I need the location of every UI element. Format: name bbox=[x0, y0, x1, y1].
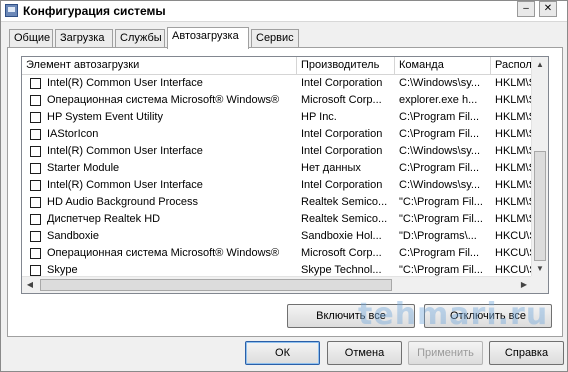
table-row[interactable]: HP System Event Utility HP Inc. C:\Program… bbox=[22, 109, 532, 126]
help-button[interactable]: Справка bbox=[489, 341, 564, 365]
startup-item-location: HKLM\SO bbox=[495, 196, 532, 208]
tab-tools[interactable]: Сервис bbox=[251, 29, 299, 47]
table-row[interactable]: IAStorIcon Intel Corporation C:\Program Fi… bbox=[22, 126, 532, 143]
apply-button[interactable]: Применить bbox=[408, 341, 483, 365]
startup-item-name: Операционная система Microsoft® Windows® bbox=[47, 247, 280, 259]
table-row[interactable]: HD Audio Background Process Realtek Semic… bbox=[22, 194, 532, 211]
column-header-command[interactable]: Команда bbox=[395, 57, 491, 74]
cancel-button[interactable]: Отмена bbox=[327, 341, 402, 365]
scroll-corner bbox=[531, 276, 548, 293]
startup-item-name: Диспетчер Realtek HD bbox=[47, 213, 161, 225]
table-row[interactable]: Операционная система Microsoft® Windows®… bbox=[22, 245, 532, 262]
startup-item-location: HKLM\SO bbox=[495, 111, 532, 123]
app-icon bbox=[5, 4, 18, 17]
window-title: Конфигурация системы bbox=[23, 4, 166, 18]
startup-item-command: C:\Windows\sy... bbox=[399, 179, 481, 191]
startup-checkbox[interactable] bbox=[30, 197, 41, 208]
startup-item-location: HKLM\SO bbox=[495, 94, 532, 106]
startup-item-name: Операционная система Microsoft® Windows® bbox=[47, 94, 280, 106]
startup-item-maker: Realtek Semico... bbox=[301, 196, 388, 208]
startup-checkbox[interactable] bbox=[30, 163, 41, 174]
table-row[interactable]: Intel(R) Common User Interface Intel Corp… bbox=[22, 75, 532, 92]
startup-checkbox[interactable] bbox=[30, 214, 41, 225]
startup-item-maker: Intel Corporation bbox=[301, 179, 383, 191]
startup-table: Элемент автозагрузки Производитель Коман… bbox=[21, 56, 549, 294]
horizontal-scroll-thumb[interactable] bbox=[40, 279, 392, 291]
table-row[interactable]: Intel(R) Common User Interface Intel Corp… bbox=[22, 143, 532, 160]
table-header: Элемент автозагрузки Производитель Коман… bbox=[22, 57, 538, 75]
startup-item-location: HKLM\SO bbox=[495, 213, 532, 225]
startup-item-command: C:\Program Fil... bbox=[399, 128, 480, 140]
startup-panel: Элемент автозагрузки Производитель Коман… bbox=[7, 47, 563, 337]
startup-item-maker: Нет данных bbox=[301, 162, 361, 174]
startup-item-name: Intel(R) Common User Interface bbox=[47, 145, 203, 157]
vertical-scrollbar[interactable]: ▲ ▼ bbox=[531, 57, 548, 277]
startup-checkbox[interactable] bbox=[30, 112, 41, 123]
startup-item-location: HKLM\SO bbox=[495, 179, 532, 191]
startup-checkbox[interactable] bbox=[30, 248, 41, 259]
scroll-down-icon[interactable]: ▼ bbox=[533, 261, 547, 277]
table-row[interactable]: Операционная система Microsoft® Windows®… bbox=[22, 92, 532, 109]
table-row[interactable]: Диспетчер Realtek HD Realtek Semico... "C:… bbox=[22, 211, 532, 228]
startup-item-maker: Realtek Semico... bbox=[301, 213, 388, 225]
close-icon[interactable]: ✕ bbox=[539, 1, 557, 17]
startup-item-maker: HP Inc. bbox=[301, 111, 337, 123]
startup-checkbox[interactable] bbox=[30, 180, 41, 191]
tab-startup[interactable]: Автозагрузка bbox=[167, 27, 249, 49]
startup-item-command: C:\Program Fil... bbox=[399, 111, 480, 123]
startup-item-command: "C:\Program Fil... bbox=[399, 196, 483, 208]
startup-item-name: IAStorIcon bbox=[47, 128, 99, 140]
startup-checkbox[interactable] bbox=[30, 265, 41, 276]
startup-item-name: HP System Event Utility bbox=[47, 111, 163, 123]
system-configuration-window: Конфигурация системы – ✕ Общие Загрузка … bbox=[0, 0, 568, 372]
startup-item-name: HD Audio Background Process bbox=[47, 196, 199, 208]
startup-item-command: C:\Windows\sy... bbox=[399, 145, 481, 157]
startup-item-maker: Microsoft Corp... bbox=[301, 247, 382, 259]
tab-boot[interactable]: Загрузка bbox=[55, 29, 113, 47]
scroll-up-icon[interactable]: ▲ bbox=[533, 57, 547, 73]
startup-item-command: C:\Program Fil... bbox=[399, 162, 480, 174]
watermark: tehmari.ru bbox=[358, 297, 549, 332]
startup-item-location: HKLM\SO bbox=[495, 77, 532, 89]
table-row[interactable]: Starter Module Нет данных C:\Program Fil..… bbox=[22, 160, 532, 177]
startup-item-command: "C:\Program Fil... bbox=[399, 213, 483, 225]
minimize-icon[interactable]: – bbox=[517, 1, 535, 17]
ok-button[interactable]: ОК bbox=[245, 341, 320, 365]
startup-item-command: C:\Program Fil... bbox=[399, 247, 480, 259]
startup-checkbox[interactable] bbox=[30, 78, 41, 89]
startup-item-command: explorer.exe h... bbox=[399, 94, 478, 106]
table-row[interactable]: Sandboxie Sandboxie Hol... "D:\Programs\..… bbox=[22, 228, 532, 245]
startup-item-maker: Intel Corporation bbox=[301, 128, 383, 140]
startup-checkbox[interactable] bbox=[30, 95, 41, 106]
table-row[interactable]: Intel(R) Common User Interface Intel Corp… bbox=[22, 177, 532, 194]
startup-checkbox[interactable] bbox=[30, 231, 41, 242]
startup-checkbox[interactable] bbox=[30, 146, 41, 157]
startup-item-maker: Intel Corporation bbox=[301, 77, 383, 89]
vertical-scroll-thumb[interactable] bbox=[534, 151, 546, 261]
column-header-item[interactable]: Элемент автозагрузки bbox=[22, 57, 297, 74]
tab-general[interactable]: Общие bbox=[9, 29, 53, 47]
table-body: Intel(R) Common User Interface Intel Corp… bbox=[22, 75, 532, 279]
horizontal-scrollbar[interactable]: ◀ ▶ bbox=[22, 276, 532, 293]
startup-item-command: "D:\Programs\... bbox=[399, 230, 477, 242]
scroll-left-icon[interactable]: ◀ bbox=[22, 277, 38, 293]
startup-checkbox[interactable] bbox=[30, 129, 41, 140]
startup-item-name: Intel(R) Common User Interface bbox=[47, 77, 203, 89]
startup-item-location: HKLM\SO bbox=[495, 128, 532, 140]
startup-item-maker: Intel Corporation bbox=[301, 145, 383, 157]
startup-item-name: Starter Module bbox=[47, 162, 120, 174]
startup-item-location: HKCU\SO bbox=[495, 230, 532, 242]
scroll-right-icon[interactable]: ▶ bbox=[516, 277, 532, 293]
startup-item-maker: Microsoft Corp... bbox=[301, 94, 382, 106]
column-header-maker[interactable]: Производитель bbox=[297, 57, 395, 74]
startup-item-location: HKLM\SO bbox=[495, 162, 532, 174]
tab-services[interactable]: Службы bbox=[115, 29, 165, 47]
startup-item-maker: Sandboxie Hol... bbox=[301, 230, 382, 242]
startup-item-command: C:\Windows\sy... bbox=[399, 77, 481, 89]
startup-item-name: Intel(R) Common User Interface bbox=[47, 179, 203, 191]
startup-item-location: HKLM\SO bbox=[495, 145, 532, 157]
startup-item-location: HKCU\SO bbox=[495, 247, 532, 259]
title-bar: Конфигурация системы – ✕ bbox=[1, 1, 567, 22]
startup-item-name: Sandboxie bbox=[47, 230, 99, 242]
